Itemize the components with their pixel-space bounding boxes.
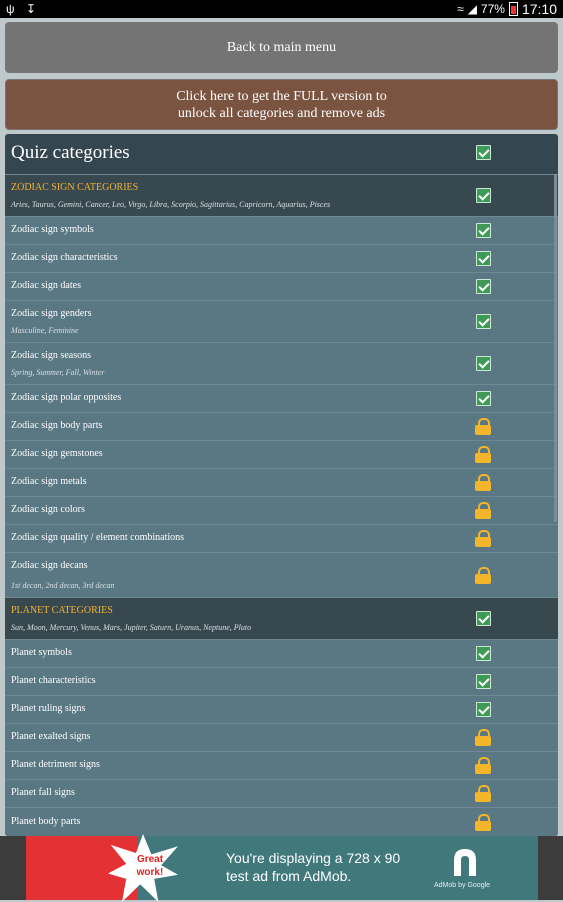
category-label: Zodiac sign decans: [11, 560, 88, 571]
ad-message-line2: test ad from AdMob.: [226, 868, 352, 884]
category-label: Planet exalted signs: [11, 731, 91, 742]
category-label: Zodiac sign polar opposites: [11, 392, 122, 403]
category-sublabel: Spring, Summer, Fall, Winter: [11, 368, 105, 377]
category-row[interactable]: Zodiac sign metals: [5, 468, 558, 496]
checkbox-checked-icon[interactable]: [476, 279, 491, 294]
category-row[interactable]: Zodiac sign polar opposites: [5, 384, 558, 412]
checkbox-checked-icon[interactable]: [476, 674, 491, 689]
back-to-main-menu-button[interactable]: Back to main menu: [5, 22, 558, 73]
lock-icon[interactable]: [475, 567, 491, 584]
panel-header: Quiz categories: [5, 134, 558, 174]
get-full-version-button[interactable]: Click here to get the FULL version to un…: [5, 79, 558, 130]
category-row[interactable]: Zodiac sign quality / element combinatio…: [5, 524, 558, 552]
lock-icon[interactable]: [475, 814, 491, 831]
wifi-icon: ≈: [457, 2, 464, 16]
lock-icon[interactable]: [475, 530, 491, 547]
category-row[interactable]: Zodiac sign seasons Spring, Summer, Fall,…: [5, 342, 558, 384]
category-row[interactable]: Planet ruling signs: [5, 695, 558, 723]
checkbox-checked-icon[interactable]: [476, 251, 491, 266]
category-row[interactable]: Planet exalted signs: [5, 723, 558, 751]
signal-icon: ◢: [467, 2, 477, 16]
category-row[interactable]: Zodiac sign genders Masculine, Feminine: [5, 300, 558, 342]
battery-percent: 77%: [480, 2, 505, 16]
category-label: Zodiac sign symbols: [11, 224, 94, 235]
category-row[interactable]: Zodiac sign symbols: [5, 216, 558, 244]
category-label: Zodiac sign gemstones: [11, 448, 103, 459]
checkbox-checked-icon[interactable]: [476, 702, 491, 717]
category-label: Planet detriment signs: [11, 759, 100, 770]
lock-icon[interactable]: [475, 785, 491, 802]
admob-caption: AdMob by Google: [434, 882, 491, 889]
checkbox-checked-icon[interactable]: [476, 391, 491, 406]
lock-icon[interactable]: [475, 418, 491, 435]
category-label: Zodiac sign quality / element combinatio…: [11, 532, 185, 543]
checkbox-checked-icon[interactable]: [476, 223, 491, 238]
category-row[interactable]: Zodiac sign dates: [5, 272, 558, 300]
category-sublabel: Aries, Taurus, Gemini, Cancer, Leo, Virg…: [11, 200, 331, 209]
category-row[interactable]: Zodiac sign characteristics: [5, 244, 558, 272]
battery-icon: [508, 2, 518, 16]
category-label: ZODIAC SIGN CATEGORIES: [11, 182, 139, 193]
page-title: Quiz categories: [11, 142, 130, 163]
checkbox-checked-icon[interactable]: [476, 646, 491, 661]
status-right: ≈ ◢ 77% 17:10: [457, 1, 557, 17]
category-label: Planet body parts: [11, 816, 81, 827]
lock-icon[interactable]: [475, 446, 491, 463]
quiz-categories-panel[interactable]: Quiz categories ZODIAC SIGN CATEGORIES Ar…: [5, 134, 558, 836]
category-label: Planet fall signs: [11, 787, 75, 798]
ad-badge-line2: work!: [136, 867, 164, 878]
category-label: Zodiac sign colors: [11, 504, 85, 515]
lock-icon[interactable]: [475, 757, 491, 774]
status-left: ψ ↧: [6, 2, 44, 16]
ad-badge-line1: Great: [136, 854, 164, 865]
ad-banner[interactable]: Great work! You're displaying a 728 x 90…: [26, 834, 538, 902]
category-label: Zodiac sign dates: [11, 280, 81, 291]
full-version-line1: Click here to get the FULL version to: [176, 88, 387, 104]
category-row[interactable]: Zodiac sign colors: [5, 496, 558, 524]
category-row[interactable]: Zodiac sign body parts: [5, 412, 558, 440]
admob-logo-icon: [454, 849, 476, 876]
scrollbar[interactable]: [554, 174, 557, 522]
category-group-row[interactable]: PLANET CATEGORIES Sun, Moon, Mercury, Ven…: [5, 597, 558, 639]
category-label: Planet symbols: [11, 647, 72, 658]
category-label: Zodiac sign body parts: [11, 420, 103, 431]
checkbox-checked-icon[interactable]: [476, 314, 491, 329]
lock-icon[interactable]: [475, 729, 491, 746]
ad-badge-text: Great work!: [130, 853, 170, 879]
lock-icon[interactable]: [475, 474, 491, 491]
category-sublabel: Sun, Moon, Mercury, Venus, Mars, Jupiter…: [11, 623, 252, 632]
checkbox-checked-icon[interactable]: [476, 611, 491, 626]
status-bar: ψ ↧ ≈ ◢ 77% 17:10: [0, 0, 563, 18]
category-row[interactable]: Planet characteristics: [5, 667, 558, 695]
clock: 17:10: [521, 1, 557, 17]
category-row[interactable]: Zodiac sign decans 1st decan, 2nd decan, …: [5, 552, 558, 597]
category-group-row[interactable]: ZODIAC SIGN CATEGORIES Aries, Taurus, Gem…: [5, 174, 558, 216]
ad-message-line1: You're displaying a 728 x 90: [226, 850, 401, 866]
category-row[interactable]: Planet body parts: [5, 807, 558, 836]
category-label: Planet characteristics: [11, 675, 96, 686]
checkbox-checked-icon[interactable]: [476, 188, 491, 203]
ad-message: You're displaying a 728 x 90 test ad fro…: [226, 849, 456, 885]
download-icon: ↧: [25, 2, 36, 16]
select-all-checkbox[interactable]: [476, 145, 491, 160]
category-row[interactable]: Planet detriment signs: [5, 751, 558, 779]
category-row[interactable]: Zodiac sign gemstones: [5, 440, 558, 468]
category-row[interactable]: Planet fall signs: [5, 779, 558, 807]
category-label: PLANET CATEGORIES: [11, 605, 113, 616]
category-label: Zodiac sign metals: [11, 476, 87, 487]
category-sublabel: Masculine, Feminine: [11, 326, 79, 335]
back-button-label: Back to main menu: [226, 39, 337, 55]
lock-icon[interactable]: [475, 502, 491, 519]
category-label: Zodiac sign seasons: [11, 350, 91, 361]
category-label: Planet ruling signs: [11, 703, 86, 714]
category-sublabel: 1st decan, 2nd decan, 3rd decan: [11, 581, 115, 590]
full-version-line2: unlock all categories and remove ads: [177, 105, 386, 121]
usb-icon: ψ: [6, 2, 15, 16]
category-label: Zodiac sign characteristics: [11, 252, 118, 263]
category-label: Zodiac sign genders: [11, 308, 92, 319]
category-row[interactable]: Planet symbols: [5, 639, 558, 667]
checkbox-checked-icon[interactable]: [476, 356, 491, 371]
